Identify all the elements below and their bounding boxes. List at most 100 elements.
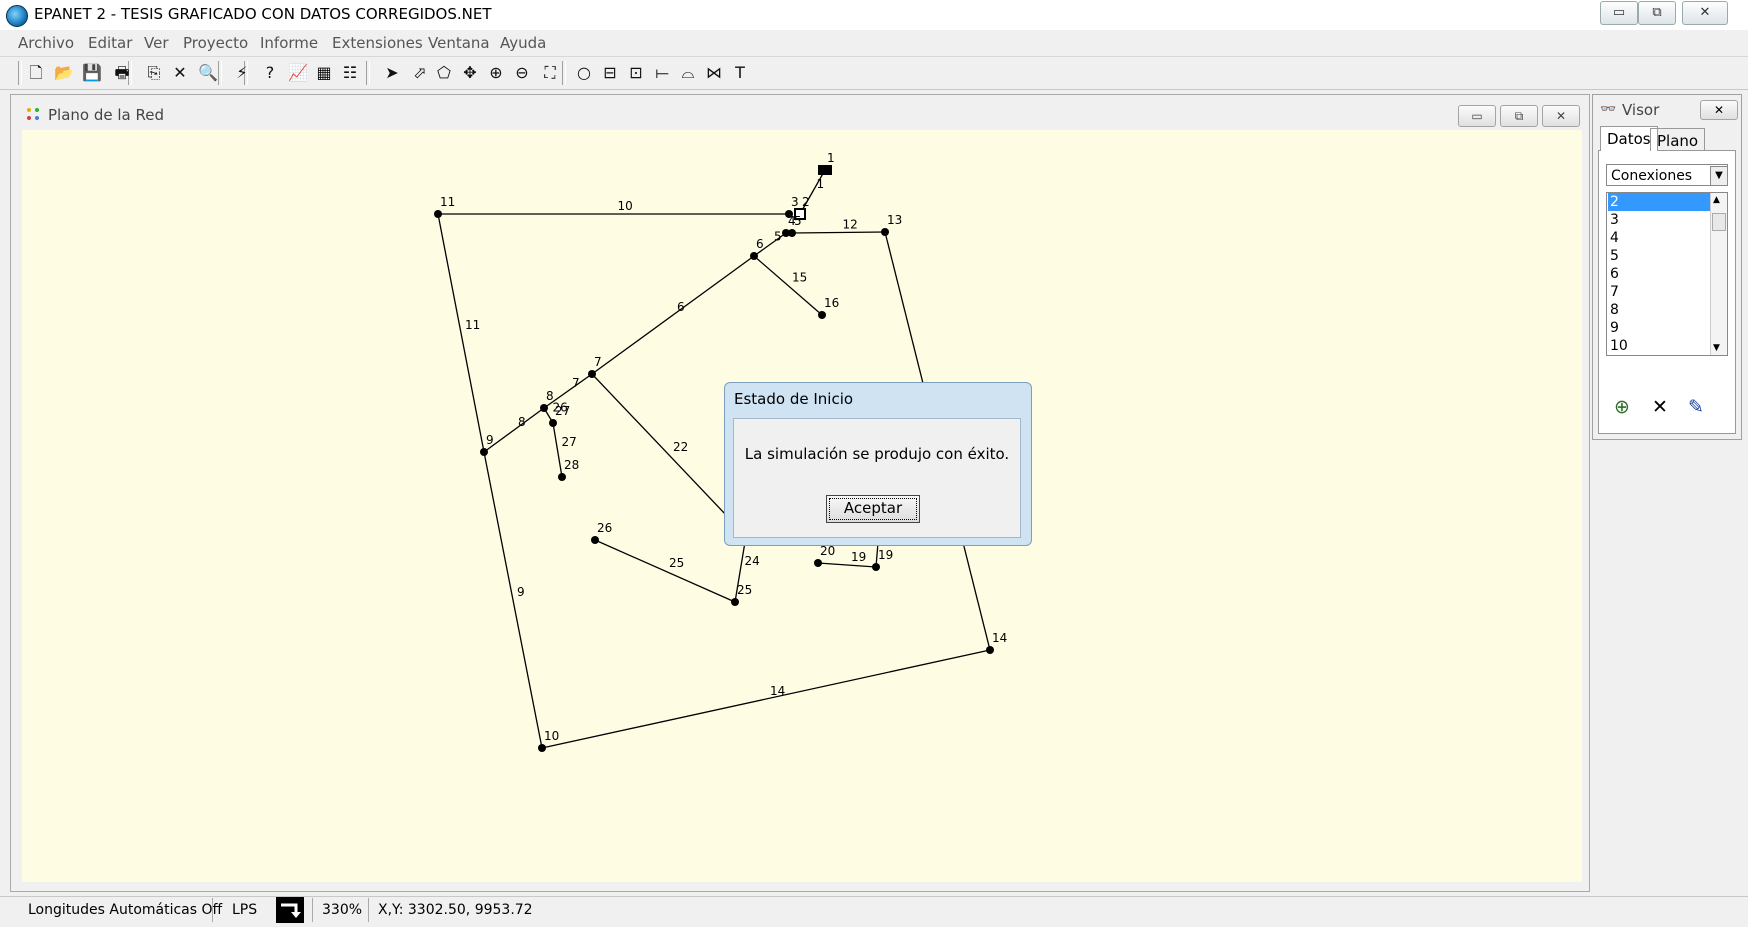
junction-node[interactable]: [986, 646, 994, 654]
run-icon[interactable]: ⚡: [230, 62, 254, 84]
list-scrollbar[interactable]: ▲ ▼: [1710, 193, 1727, 355]
pipe-link[interactable]: [791, 231, 886, 234]
close-button[interactable]: ✕: [1682, 1, 1728, 25]
add-tank-icon[interactable]: ⊡: [624, 62, 648, 84]
add-pipe-icon[interactable]: ⟝: [650, 62, 674, 84]
menu-ayuda[interactable]: Ayuda: [500, 34, 546, 52]
map-close-button[interactable]: ✕: [1542, 105, 1580, 127]
add-label-icon[interactable]: T: [728, 62, 752, 84]
add-pump-icon[interactable]: ⌓: [676, 62, 700, 84]
junction-node[interactable]: [872, 563, 880, 571]
select-region-icon[interactable]: ⬠: [432, 62, 456, 84]
node-label: 11: [440, 195, 455, 209]
junction-node[interactable]: [558, 473, 566, 481]
junction-node[interactable]: [540, 404, 548, 412]
list-item[interactable]: 9: [1610, 319, 1619, 337]
minimize-button[interactable]: ▭: [1600, 1, 1638, 25]
node-label: 28: [564, 458, 579, 472]
delete-object-icon[interactable]: ✕: [1652, 396, 1668, 418]
pipe-link[interactable]: [541, 649, 991, 749]
ok-button[interactable]: Aceptar: [826, 495, 920, 523]
junction-node[interactable]: [881, 228, 889, 236]
add-reservoir-icon[interactable]: ⊟: [598, 62, 622, 84]
scroll-down-icon[interactable]: ▼: [1713, 343, 1720, 353]
add-junction-icon[interactable]: ○: [572, 62, 596, 84]
zoom-in-icon[interactable]: ⊕: [484, 62, 508, 84]
pipe-link[interactable]: [817, 562, 877, 568]
menu-editar[interactable]: Editar: [88, 34, 132, 52]
junction-node[interactable]: [731, 598, 739, 606]
tab-datos[interactable]: Datos: [1600, 126, 1658, 151]
junction-node[interactable]: [750, 252, 758, 260]
pipe-link[interactable]: [591, 255, 755, 375]
node-label: 26: [597, 521, 612, 535]
pipe-link[interactable]: [483, 451, 543, 749]
menu-ventana[interactable]: Ventana: [428, 34, 490, 52]
scroll-thumb[interactable]: [1712, 213, 1726, 231]
pan-icon[interactable]: ✥: [458, 62, 482, 84]
options-icon[interactable]: ☷: [338, 62, 362, 84]
menu-archivo[interactable]: Archivo: [18, 34, 74, 52]
browser-close-button[interactable]: ✕: [1700, 100, 1738, 120]
open-folder-icon[interactable]: 📂: [52, 62, 76, 84]
epanet-app-icon[interactable]: [6, 5, 28, 27]
junction-node[interactable]: [434, 210, 442, 218]
pipe-label: 12: [843, 218, 858, 232]
select-vertex-icon[interactable]: ⬀: [408, 62, 432, 84]
auto-length-status[interactable]: Longitudes Automáticas Off: [28, 902, 222, 918]
menu-proyecto[interactable]: Proyecto: [183, 34, 248, 52]
find-icon[interactable]: 🔍: [196, 62, 220, 84]
pipe-link[interactable]: [591, 373, 747, 537]
edit-object-icon[interactable]: ✎: [1688, 396, 1704, 418]
full-extent-icon[interactable]: ⛶: [538, 62, 562, 84]
table-icon[interactable]: ▦: [312, 62, 336, 84]
reservoir-node[interactable]: [818, 165, 832, 175]
menu-ver[interactable]: Ver: [144, 34, 169, 52]
print-icon[interactable]: 🖶: [110, 62, 134, 84]
pipe-label: 19: [851, 550, 866, 564]
list-item[interactable]: 7: [1610, 283, 1619, 301]
junction-node[interactable]: [788, 229, 796, 237]
list-item[interactable]: 6: [1610, 265, 1619, 283]
menu-extensiones[interactable]: Extensiones: [332, 34, 423, 52]
list-item[interactable]: 3: [1610, 211, 1619, 229]
junction-node[interactable]: [591, 536, 599, 544]
tab-plano[interactable]: Plano: [1650, 128, 1706, 151]
map-restore-button[interactable]: ⧉: [1500, 105, 1538, 127]
pipe-link[interactable]: [594, 539, 736, 603]
list-item[interactable]: 5: [1610, 247, 1619, 265]
pipe-link[interactable]: [753, 255, 823, 316]
new-file-icon[interactable]: 🗋: [24, 62, 48, 84]
list-item[interactable]: 8: [1610, 301, 1619, 319]
junction-node[interactable]: [480, 448, 488, 456]
junction-node[interactable]: [818, 311, 826, 319]
chevron-down-icon[interactable]: ▼: [1710, 166, 1728, 186]
list-item[interactable]: 4: [1610, 229, 1619, 247]
junction-node[interactable]: [814, 559, 822, 567]
add-valve-icon[interactable]: ⋈: [702, 62, 726, 84]
pipe-label: 7: [572, 376, 580, 390]
delete-icon[interactable]: ✕: [168, 62, 192, 84]
restore-button[interactable]: ⧉: [1638, 1, 1676, 25]
pipe-link[interactable]: [552, 422, 563, 478]
select-arrow-icon[interactable]: ➤: [380, 62, 404, 84]
list-item[interactable]: 2: [1610, 193, 1619, 211]
list-item[interactable]: 10: [1610, 337, 1628, 355]
zoom-out-icon[interactable]: ⊖: [510, 62, 534, 84]
copy-icon[interactable]: ⎘: [142, 62, 166, 84]
graph-icon[interactable]: 📈: [286, 62, 310, 84]
dialog-message: La simulación se produjo con éxito.: [744, 445, 1010, 463]
browser-title: Visor: [1622, 101, 1660, 119]
map-minimize-button[interactable]: ▭: [1458, 105, 1496, 127]
query-icon[interactable]: ?: [258, 62, 282, 84]
junction-node[interactable]: [588, 370, 596, 378]
save-icon[interactable]: 💾: [80, 62, 104, 84]
junction-node[interactable]: [549, 419, 557, 427]
scroll-up-icon[interactable]: ▲: [1713, 195, 1720, 205]
menu-informe[interactable]: Informe: [260, 34, 318, 52]
status-divider: [312, 898, 313, 922]
pipe-label: 6: [677, 300, 685, 314]
add-object-icon[interactable]: ⊕: [1614, 396, 1630, 418]
junction-node[interactable]: [538, 744, 546, 752]
pipe-link[interactable]: [437, 213, 485, 453]
